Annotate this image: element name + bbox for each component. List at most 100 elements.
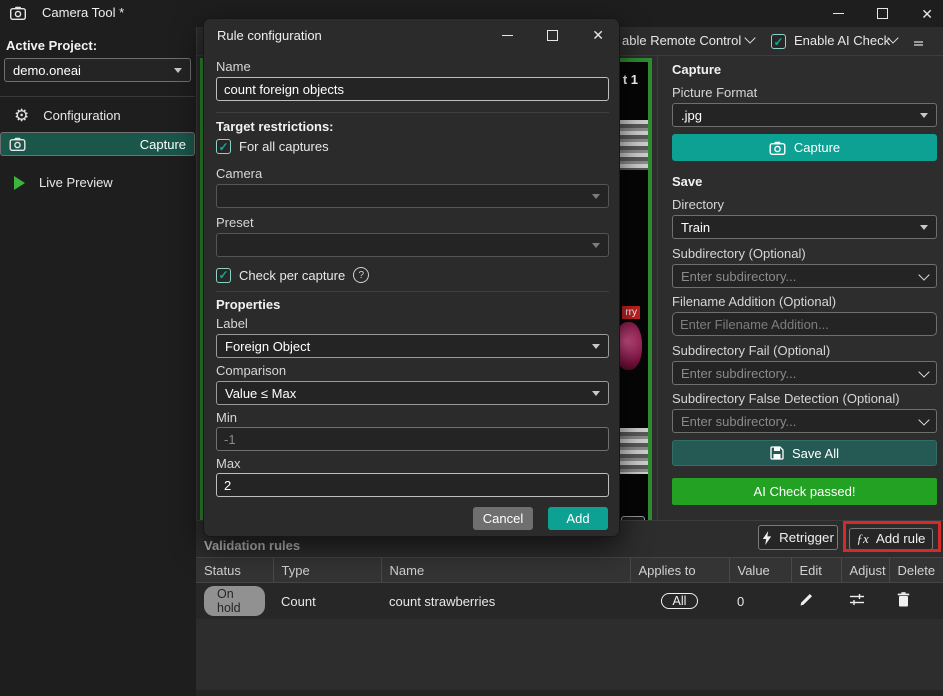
remote-control-label[interactable]: able Remote Control	[622, 33, 741, 48]
check-per-capture-label: Check per capture	[239, 268, 345, 283]
active-project-label: Active Project:	[6, 38, 97, 53]
sidebar-item-label: Live Preview	[39, 175, 113, 190]
save-all-label: Save All	[792, 446, 839, 461]
camera-select[interactable]	[216, 184, 609, 208]
subdirectory-combo[interactable]: Enter subdirectory...	[672, 264, 937, 288]
gear-icon: ⚙	[14, 107, 29, 124]
subdirectory-false-detection-combo[interactable]: Enter subdirectory...	[672, 409, 937, 433]
min-input[interactable]	[216, 427, 609, 451]
chevron-down-icon	[920, 113, 928, 118]
project-select[interactable]: demo.oneai	[4, 58, 191, 82]
delete-trash-icon[interactable]	[897, 592, 910, 607]
add-rule-highlight-box	[843, 521, 941, 552]
divider	[216, 112, 609, 113]
rule-value: 0	[729, 583, 791, 620]
picture-format-label: Picture Format	[672, 85, 937, 100]
ai-check-status-banner: AI Check passed!	[672, 478, 937, 505]
thumbnail-title-fragment: t 1	[623, 72, 638, 87]
sidebar-item-label: Configuration	[43, 108, 120, 123]
add-label: Add	[566, 511, 589, 526]
for-all-captures-label: For all captures	[239, 139, 329, 154]
sidebar-item-capture[interactable]: Capture	[0, 132, 195, 156]
divider	[216, 291, 609, 292]
picture-format-select[interactable]: .jpg	[672, 103, 937, 127]
for-all-captures-checkbox[interactable]: ✓	[216, 139, 231, 154]
validation-panel: Retrigger ƒx Add rule Validation rules S…	[196, 520, 943, 691]
validation-rules-title: Validation rules	[204, 538, 300, 553]
window-maximize-button[interactable]	[877, 8, 888, 19]
status-badge: On hold	[204, 586, 265, 616]
max-label: Max	[216, 456, 609, 471]
cancel-label: Cancel	[483, 511, 523, 526]
label-select-value: Foreign Object	[225, 339, 310, 354]
window-close-button[interactable]: ✕	[921, 7, 933, 21]
chevron-down-icon	[918, 366, 929, 377]
table-row: On hold Count count strawberries All 0	[196, 583, 943, 620]
rule-name: count strawberries	[381, 583, 630, 620]
preset-label: Preset	[216, 215, 609, 230]
column-value: Value	[729, 558, 791, 583]
dialog-titlebar: Rule configuration ✕	[204, 19, 619, 51]
chevron-down-icon	[592, 391, 600, 396]
dialog-minimize-button[interactable]	[502, 35, 513, 36]
directory-label: Directory	[672, 197, 937, 212]
target-restrictions-header: Target restrictions:	[216, 119, 609, 134]
picture-format-value: .jpg	[681, 108, 702, 123]
chevron-down-icon	[592, 194, 600, 199]
window-minimize-button[interactable]	[833, 13, 844, 14]
max-input[interactable]	[216, 473, 609, 497]
add-button[interactable]: Add	[548, 507, 608, 530]
window-title: Camera Tool *	[42, 5, 124, 20]
edit-icon[interactable]	[799, 592, 814, 607]
sidebar: Active Project: demo.oneai ⚙ Configurati…	[0, 27, 195, 696]
capture-button[interactable]: Capture	[672, 134, 937, 161]
sidebar-item-live-preview[interactable]: Live Preview	[0, 167, 195, 198]
retrigger-label: Retrigger	[779, 530, 834, 545]
retrigger-button[interactable]: Retrigger	[758, 525, 838, 550]
panel-bottom-edge	[196, 690, 943, 696]
applies-to-badge: All	[661, 593, 699, 609]
save-all-button[interactable]: Save All	[672, 440, 937, 466]
sidebar-item-configuration[interactable]: ⚙ Configuration	[0, 100, 195, 131]
subdirectory-fail-combo[interactable]: Enter subdirectory...	[672, 361, 937, 385]
adjust-sliders-icon[interactable]	[849, 593, 865, 607]
camera-label: Camera	[216, 166, 609, 181]
camera-icon	[10, 6, 26, 20]
sidebar-item-label: Capture	[140, 137, 186, 152]
check-per-capture-checkbox[interactable]: ✓	[216, 268, 231, 283]
rule-name-input[interactable]	[216, 77, 609, 101]
dialog-maximize-button[interactable]	[547, 30, 558, 41]
column-status: Status	[196, 558, 273, 583]
column-applies-to: Applies to	[630, 558, 729, 583]
filename-addition-label: Filename Addition (Optional)	[672, 294, 937, 309]
capture-section-header: Capture	[672, 62, 937, 77]
subdirectory-placeholder: Enter subdirectory...	[681, 269, 796, 284]
enable-ai-check-label: Enable AI Check	[794, 33, 890, 48]
column-adjust: Adjust	[841, 558, 889, 583]
play-icon	[14, 176, 25, 190]
dialog-close-button[interactable]: ✕	[592, 28, 604, 42]
chevron-down-icon	[174, 68, 182, 73]
detection-tag: rry	[622, 306, 640, 319]
subdirectory-false-detection-placeholder: Enter subdirectory...	[681, 414, 796, 429]
help-icon[interactable]: ?	[353, 267, 369, 283]
save-icon	[770, 446, 784, 460]
enable-ai-check-checkbox[interactable]: ✓	[771, 34, 786, 49]
chevron-down-icon	[918, 269, 929, 280]
comparison-select[interactable]: Value ≤ Max	[216, 381, 609, 405]
filename-addition-input[interactable]	[672, 312, 937, 336]
properties-header: Properties	[216, 297, 609, 312]
preset-select[interactable]	[216, 233, 609, 257]
column-delete: Delete	[889, 558, 943, 583]
directory-select[interactable]: Train	[672, 215, 937, 239]
lightning-icon	[762, 531, 772, 545]
project-select-value: demo.oneai	[13, 63, 81, 78]
column-name: Name	[381, 558, 630, 583]
thumbnail-object	[616, 120, 648, 170]
chevron-down-icon	[592, 243, 600, 248]
chevron-down-icon	[920, 225, 928, 230]
chevron-down-icon	[592, 344, 600, 349]
label-select[interactable]: Foreign Object	[216, 334, 609, 358]
rule-type: Count	[273, 583, 381, 620]
cancel-button[interactable]: Cancel	[473, 507, 533, 530]
